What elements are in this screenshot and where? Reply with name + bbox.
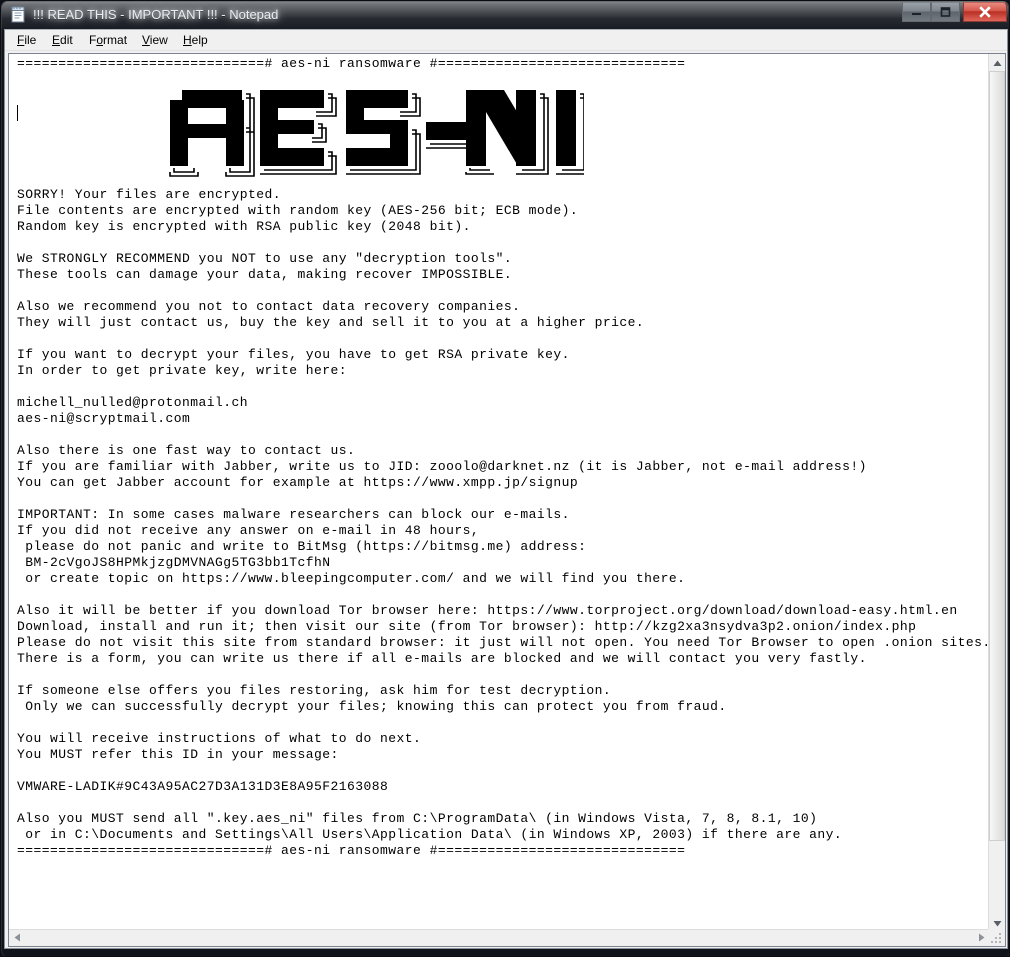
minimize-icon bbox=[903, 3, 930, 21]
scroll-up-button[interactable] bbox=[989, 54, 1005, 71]
triangle-right-icon bbox=[978, 929, 985, 947]
resize-grip[interactable] bbox=[988, 929, 1005, 946]
menu-edit[interactable]: Edit bbox=[46, 32, 79, 49]
maximize-button[interactable] bbox=[931, 2, 960, 22]
menu-file[interactable]: File bbox=[11, 32, 42, 49]
aes-ni-logo-svg-ni bbox=[465, 90, 584, 175]
editor-frame: ==============================# aes-ni r… bbox=[8, 53, 1006, 947]
note-body: SORRY! Your files are encrypted. File co… bbox=[17, 187, 990, 842]
window-title: !!! READ THIS - IMPORTANT !!! - Notepad bbox=[33, 7, 279, 22]
note-header-rule: ==============================# aes-ni r… bbox=[17, 56, 686, 71]
maximize-icon bbox=[932, 3, 959, 21]
triangle-left-icon bbox=[14, 929, 21, 947]
text-editor[interactable]: ==============================# aes-ni r… bbox=[9, 54, 990, 931]
horizontal-scrollbar[interactable] bbox=[9, 929, 990, 946]
menu-help[interactable]: Help bbox=[177, 32, 214, 49]
close-icon bbox=[964, 3, 1006, 21]
notepad-icon bbox=[10, 6, 26, 23]
client-area: File Edit Format View Help =============… bbox=[4, 29, 1008, 949]
vertical-scrollbar[interactable] bbox=[988, 54, 1005, 931]
vertical-scroll-thumb[interactable] bbox=[989, 71, 1005, 841]
menu-format[interactable]: Format bbox=[83, 32, 133, 49]
triangle-up-icon bbox=[993, 54, 1002, 72]
title-bar[interactable]: !!! READ THIS - IMPORTANT !!! - Notepad bbox=[1, 1, 1009, 29]
aes-ni-ascii-logo bbox=[17, 72, 990, 187]
menu-view[interactable]: View bbox=[136, 32, 174, 49]
notepad-window: !!! READ THIS - IMPORTANT !!! - Notepad bbox=[0, 0, 1010, 957]
close-button[interactable] bbox=[963, 2, 1007, 22]
minimize-button[interactable] bbox=[902, 2, 931, 22]
scroll-left-button[interactable] bbox=[9, 930, 26, 946]
horizontal-scroll-track[interactable] bbox=[26, 930, 973, 946]
menu-bar: File Edit Format View Help bbox=[5, 30, 1007, 51]
grip-dots-icon bbox=[991, 933, 1001, 943]
note-footer-rule: ==============================# aes-ni r… bbox=[17, 843, 686, 858]
